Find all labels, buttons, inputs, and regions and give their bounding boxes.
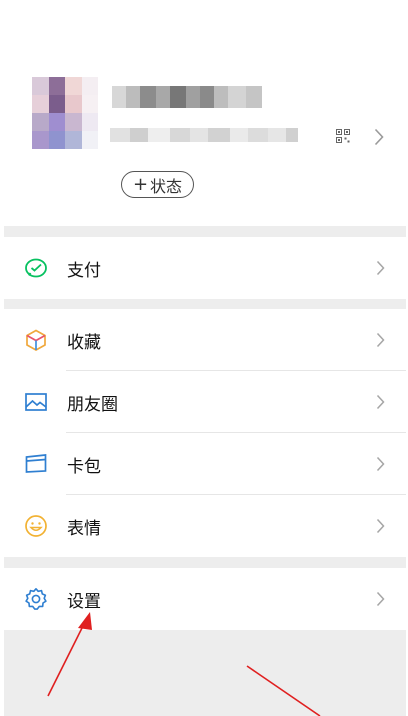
- menu-item-label: 设置: [67, 591, 101, 612]
- blur-block: [186, 86, 200, 108]
- chevron-right-icon: [376, 394, 385, 410]
- menu-item-label: 卡包: [67, 456, 101, 477]
- blur-block: [208, 128, 230, 142]
- blur-block: [248, 128, 268, 142]
- wechat-pay-icon: [25, 258, 47, 278]
- blur-block: [170, 86, 186, 108]
- chevron-right-icon: [376, 456, 385, 472]
- status-label: 状态: [150, 176, 183, 196]
- blur-block: [156, 86, 170, 108]
- menu-item-settings[interactable]: 设置: [4, 568, 406, 630]
- add-status-button[interactable]: + 状态: [121, 171, 194, 198]
- menu-item-pay[interactable]: 支付: [4, 237, 406, 299]
- chevron-right-icon: [376, 518, 385, 534]
- qr-code-icon[interactable]: [336, 129, 350, 143]
- card-icon: [25, 454, 47, 473]
- avatar-pixel: [81, 131, 98, 149]
- chevron-right-icon: [376, 260, 385, 276]
- bottom-empty-area: [4, 630, 406, 716]
- avatar-pixel: [32, 131, 49, 149]
- settings-section: 设置: [4, 568, 406, 630]
- services-section: 收藏 朋友圈 卡包 表情: [4, 309, 406, 557]
- avatar-pixel: [65, 131, 82, 149]
- blur-block: [286, 128, 298, 142]
- menu-item-label: 表情: [67, 518, 101, 539]
- menu-item-moments[interactable]: 朋友圈: [4, 371, 406, 433]
- smiley-icon: [25, 515, 47, 537]
- avatar-pixel: [48, 77, 65, 95]
- menu-item-favorites[interactable]: 收藏: [4, 309, 406, 371]
- section-gap: [4, 226, 406, 237]
- menu-item-cards[interactable]: 卡包: [4, 433, 406, 495]
- avatar-pixel: [65, 77, 82, 95]
- avatar-pixel: [81, 95, 98, 113]
- avatar-pixel: [81, 77, 98, 95]
- avatar-pixel: [65, 95, 82, 113]
- avatar-pixel: [32, 77, 49, 95]
- menu-item-label: 支付: [67, 260, 101, 281]
- wechat-id-blurred: [110, 128, 298, 142]
- blur-block: [140, 86, 156, 108]
- menu-item-label: 朋友圈: [67, 394, 118, 415]
- plus-icon: +: [132, 173, 149, 195]
- blur-block: [110, 128, 130, 142]
- avatar-pixel: [81, 113, 98, 131]
- nickname-blurred: [112, 86, 262, 108]
- blur-block: [268, 128, 286, 142]
- chevron-right-icon[interactable]: [374, 128, 384, 146]
- blur-block: [230, 128, 248, 142]
- avatar-pixel: [65, 113, 82, 131]
- section-gap: [4, 299, 406, 309]
- avatar[interactable]: [32, 77, 98, 149]
- chevron-right-icon: [376, 332, 385, 348]
- blur-block: [190, 128, 208, 142]
- blur-block: [246, 86, 262, 108]
- cube-icon: [26, 329, 46, 351]
- avatar-pixel: [48, 131, 65, 149]
- section-gap: [4, 557, 406, 568]
- blur-block: [228, 86, 246, 108]
- menu-item-label: 收藏: [67, 332, 101, 353]
- menu-item-stickers[interactable]: 表情: [4, 495, 406, 557]
- gear-icon: [25, 588, 47, 610]
- blur-block: [126, 86, 140, 108]
- blur-block: [112, 86, 126, 108]
- avatar-pixel: [32, 113, 49, 131]
- blur-block: [130, 128, 148, 142]
- blur-block: [170, 128, 190, 142]
- image-icon: [25, 393, 47, 411]
- profile-header[interactable]: + 状态: [0, 0, 408, 226]
- avatar-pixel: [32, 95, 49, 113]
- blur-block: [148, 128, 170, 142]
- avatar-pixel: [48, 113, 65, 131]
- blur-block: [214, 86, 228, 108]
- pay-section: 支付: [4, 237, 406, 299]
- chevron-right-icon: [376, 591, 385, 607]
- blur-block: [200, 86, 214, 108]
- avatar-pixel: [48, 95, 65, 113]
